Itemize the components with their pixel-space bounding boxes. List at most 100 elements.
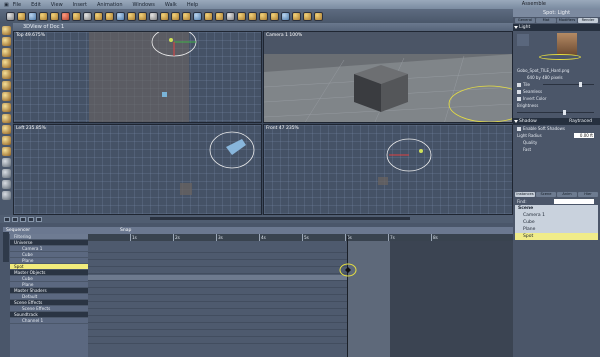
tool-icon-17[interactable]	[182, 11, 191, 21]
tool-icon-4[interactable]	[39, 11, 48, 21]
snap-toggle[interactable]: Snap	[120, 227, 131, 234]
toolbox-icon-3[interactable]	[2, 48, 11, 57]
find-input[interactable]	[554, 199, 594, 204]
tool-icon-24[interactable]	[259, 11, 268, 21]
toolbox-icon-13[interactable]	[2, 158, 11, 167]
menu-help[interactable]: Help	[187, 2, 198, 8]
light-color-swatch[interactable]	[517, 34, 529, 46]
tool-icon-22[interactable]	[237, 11, 246, 21]
soft-shadows-checkbox[interactable]	[517, 127, 521, 131]
section-light-header[interactable]: Light	[513, 24, 600, 31]
toolbox-icon-2[interactable]	[2, 37, 11, 46]
tool-icon-15[interactable]	[160, 11, 169, 21]
tool-icon-12[interactable]	[127, 11, 136, 21]
rewind-button[interactable]	[4, 216, 10, 222]
menu-insert[interactable]: Insert	[73, 2, 87, 8]
time-scrubber[interactable]	[150, 217, 410, 220]
tool-icon-13[interactable]	[138, 11, 147, 21]
tool-icon-20[interactable]	[215, 11, 224, 21]
tool-icon-6[interactable]	[61, 11, 70, 21]
forward-button[interactable]	[36, 216, 42, 222]
scene-tab-scene[interactable]: Scene	[536, 192, 556, 197]
toolbox-icon-4[interactable]	[2, 59, 11, 68]
scene-root[interactable]: Scene	[515, 205, 598, 212]
timeline-side-tab[interactable]	[3, 232, 9, 262]
tool-icon-9[interactable]	[94, 11, 103, 21]
next-frame-button[interactable]	[28, 216, 34, 222]
tool-icon-21[interactable]	[226, 11, 235, 21]
toolbox-icon-6[interactable]	[2, 81, 11, 90]
brightness-slider-row[interactable]	[513, 109, 600, 116]
tile-row[interactable]: Tile	[513, 81, 600, 88]
tool-icon-26[interactable]	[281, 11, 290, 21]
panel-tab-modifiers[interactable]: Modifiers	[557, 18, 577, 23]
tool-icon-7[interactable]	[72, 11, 81, 21]
toolbox-icon-12[interactable]	[2, 147, 11, 156]
viewport-camera[interactable]: Camera 1 100%	[263, 31, 513, 123]
quality-value[interactable]: Fast	[513, 146, 600, 153]
seamless-row[interactable]: Seamless	[513, 88, 600, 95]
tool-icon-25[interactable]	[270, 11, 279, 21]
tool-icon-28[interactable]	[303, 11, 312, 21]
panel-tab-mat[interactable]: Mat	[536, 18, 556, 23]
scene-item-plane[interactable]: Plane	[515, 226, 598, 233]
viewport-front[interactable]: Front 47 235%	[263, 124, 513, 215]
prev-frame-button[interactable]	[12, 216, 18, 222]
menu-windows[interactable]: Windows	[133, 2, 155, 8]
toolbox-icon-15[interactable]	[2, 180, 11, 189]
scene-tab-instances[interactable]: Instances	[515, 192, 535, 197]
scene-item-cube[interactable]: Cube	[515, 219, 598, 226]
viewport-top[interactable]: Top 49.675%	[13, 31, 262, 123]
tool-icon-3[interactable]	[28, 11, 37, 21]
tool-icon-8[interactable]	[83, 11, 92, 21]
menu-edit[interactable]: Edit	[31, 2, 41, 8]
tool-icon-2[interactable]	[17, 11, 26, 21]
toolbox-icon-11[interactable]	[2, 136, 11, 145]
scene-tab-hier[interactable]: Hier	[578, 192, 598, 197]
seamless-checkbox[interactable]	[517, 90, 521, 94]
invert-row[interactable]: Invert Color	[513, 95, 600, 102]
menu-walk[interactable]: Walk	[165, 2, 177, 8]
playhead[interactable]	[347, 236, 348, 357]
track-channel-1[interactable]: Channel 1	[10, 318, 88, 324]
menu-animation[interactable]: Animation	[97, 2, 123, 8]
panel-tab-general[interactable]: General	[515, 18, 535, 23]
tile-checkbox[interactable]	[517, 83, 521, 87]
toolbox-icon-16[interactable]	[2, 191, 11, 200]
room-mode-label[interactable]: Assemble	[522, 1, 546, 7]
gobo-thumbnail[interactable]	[557, 33, 577, 55]
toolbox-icon-14[interactable]	[2, 169, 11, 178]
tool-icon-16[interactable]	[171, 11, 180, 21]
toolbox-icon-7[interactable]	[2, 92, 11, 101]
tool-icon-19[interactable]	[204, 11, 213, 21]
time-ruler[interactable]: 1s 2s 3s 4s 5s 6s 7s 8s	[88, 234, 513, 241]
shadow-mode[interactable]: Raytraced	[569, 118, 592, 125]
toolbox-icon-10[interactable]	[2, 125, 11, 134]
tool-icon-18[interactable]	[193, 11, 202, 21]
tool-icon-29[interactable]	[314, 11, 323, 21]
scene-item-camera-1[interactable]: Camera 1	[515, 212, 598, 219]
toolbox-icon-8[interactable]	[2, 103, 11, 112]
toolbox-icon-9[interactable]	[2, 114, 11, 123]
light-radius-input[interactable]: 0.00 ft	[574, 133, 594, 138]
brightness-slider[interactable]	[517, 110, 594, 115]
scene-item-spot[interactable]: Spot	[515, 233, 598, 240]
toolbox-icon-5[interactable]	[2, 70, 11, 79]
tile-slider[interactable]	[543, 82, 594, 87]
scene-tab-anim[interactable]: Anim	[557, 192, 577, 197]
panel-tab-render[interactable]: Render	[578, 18, 598, 23]
tool-icon-5[interactable]	[50, 11, 59, 21]
tool-icon-14[interactable]	[149, 11, 158, 21]
invert-checkbox[interactable]	[517, 97, 521, 101]
menu-file[interactable]: File	[13, 2, 21, 8]
sequencer-dropdown[interactable]: Sequencer	[6, 227, 30, 234]
toolbox-icon-1[interactable]	[2, 26, 11, 35]
play-button[interactable]	[20, 216, 26, 222]
tool-icon-23[interactable]	[248, 11, 257, 21]
tool-icon-11[interactable]	[116, 11, 125, 21]
menu-view[interactable]: View	[51, 2, 63, 8]
tool-icon-27[interactable]	[292, 11, 301, 21]
viewport-left[interactable]: Left 235.85%	[13, 124, 262, 215]
tool-icon-1[interactable]	[6, 11, 15, 21]
tool-icon-10[interactable]	[105, 11, 114, 21]
